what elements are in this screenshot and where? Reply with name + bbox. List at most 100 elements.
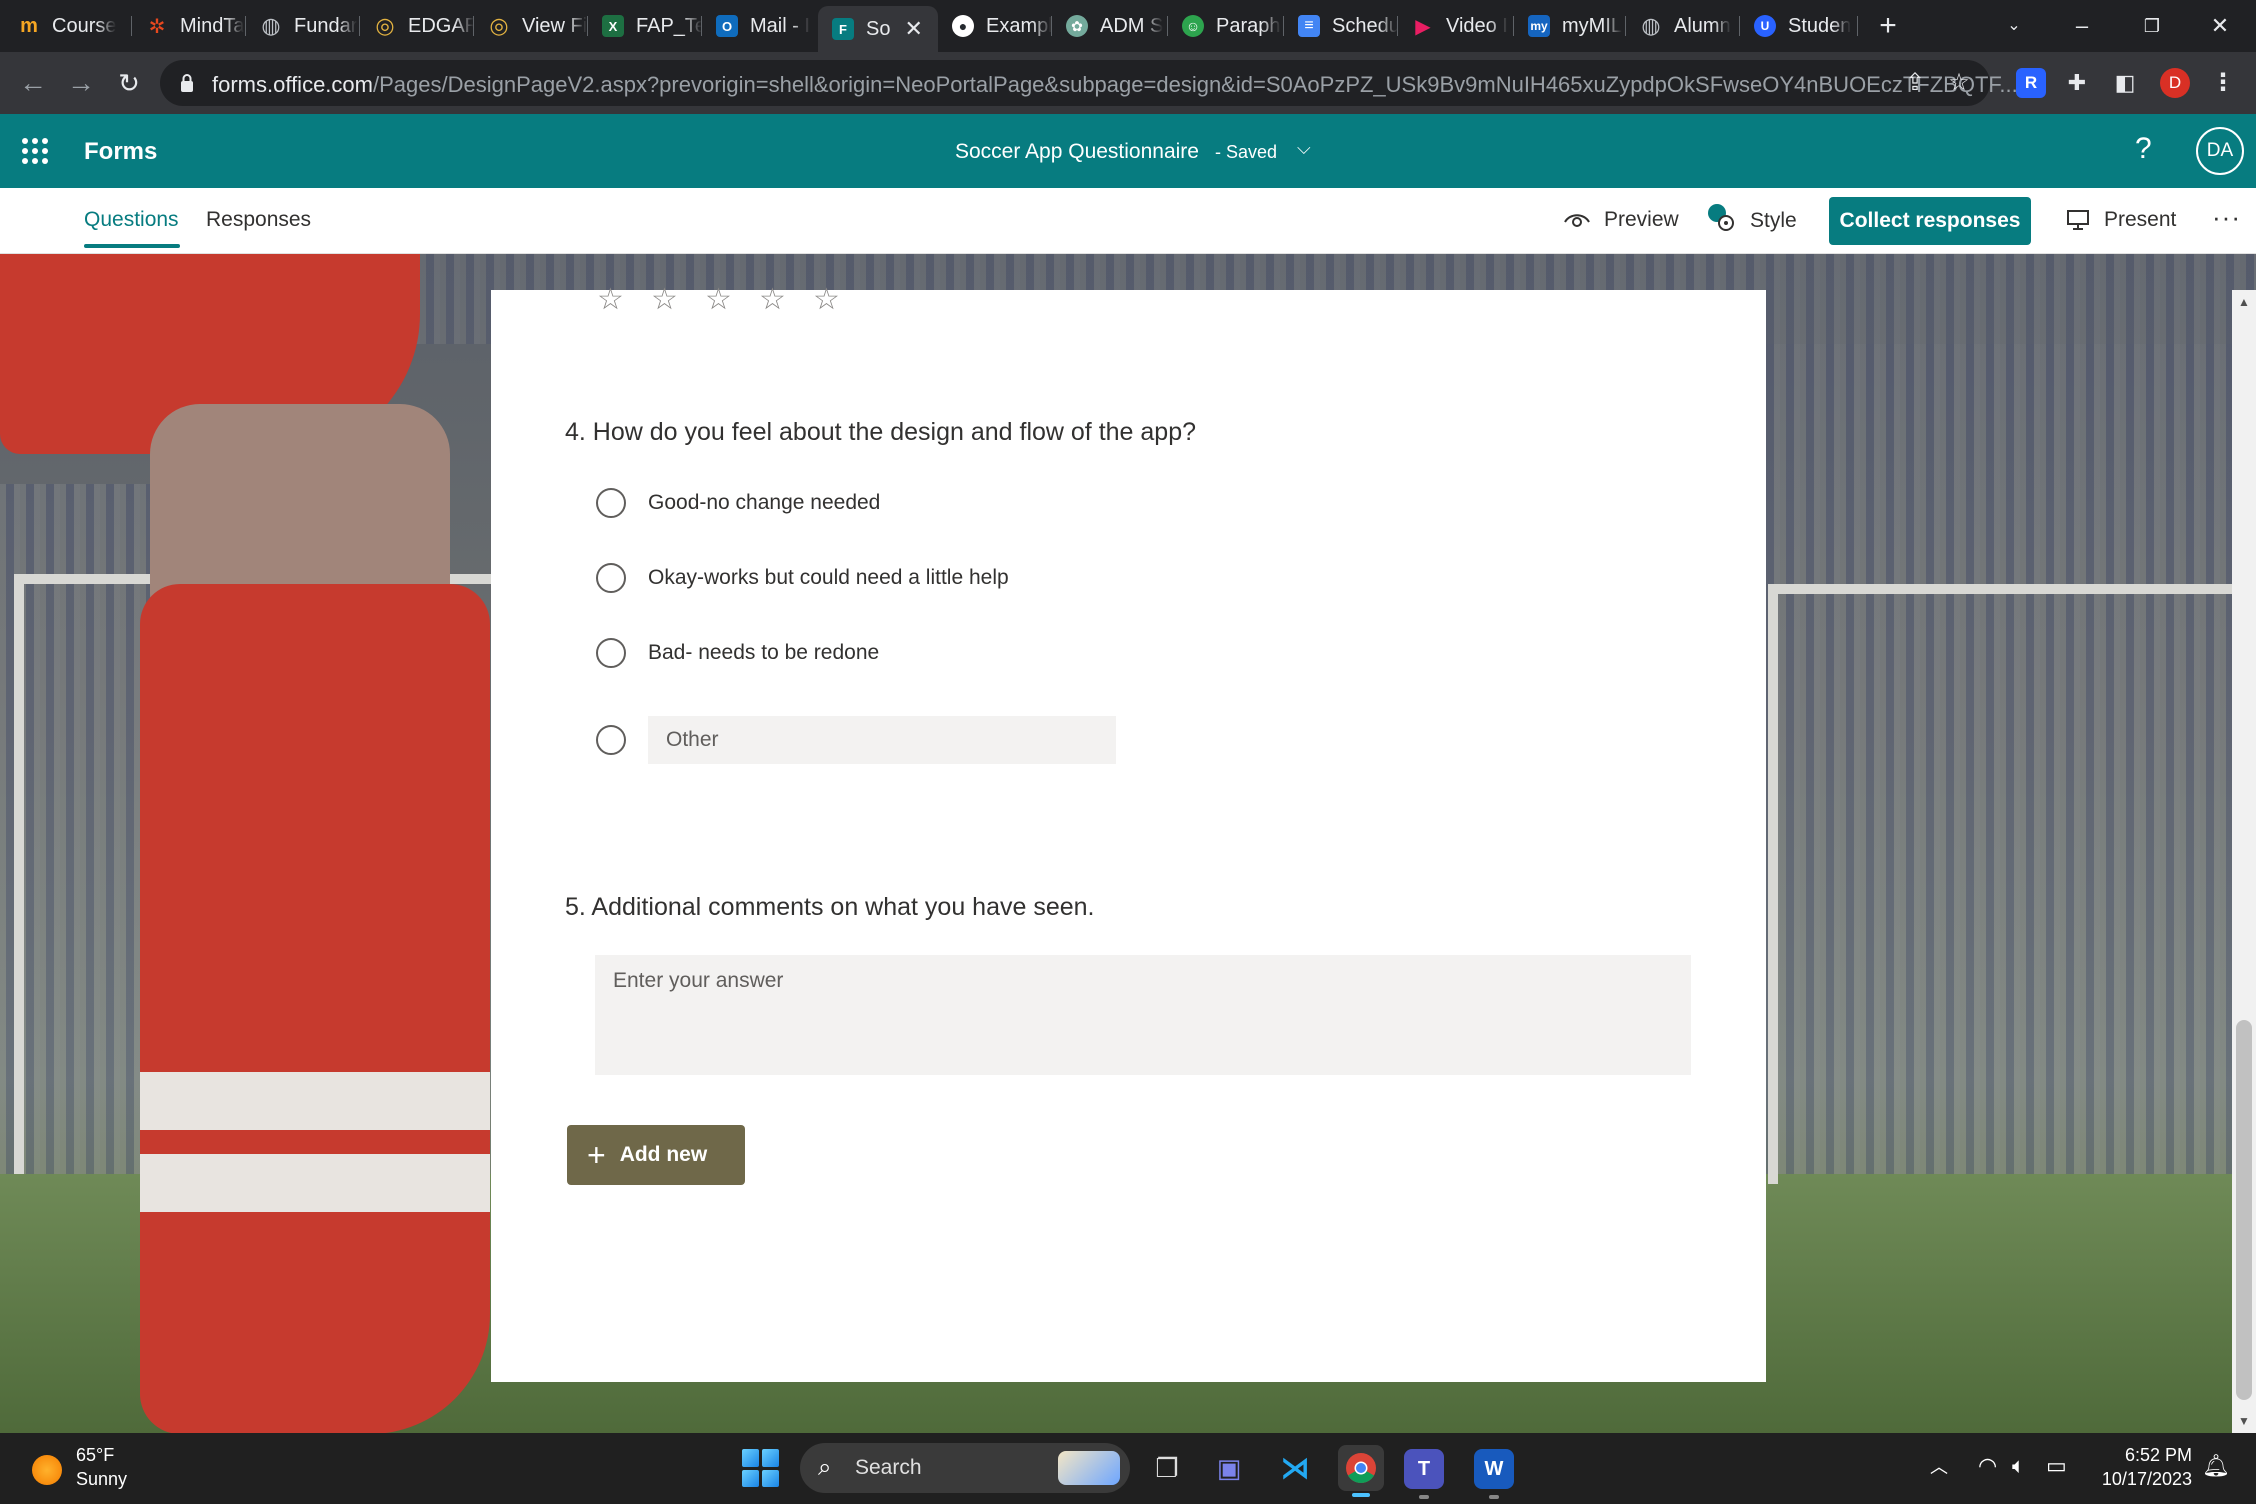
other-input[interactable]: Other — [648, 716, 1116, 764]
rating-star-icon[interactable]: ☆ — [705, 282, 732, 317]
extensions-puzzle-icon[interactable]: ✚ — [2062, 68, 2092, 98]
clock-date[interactable]: 10/17/2023 — [2094, 1469, 2192, 1490]
tab-questions[interactable]: Questions — [84, 208, 179, 232]
browser-menu-icon[interactable]: ⋮ — [2208, 68, 2238, 98]
teams-chat-icon[interactable]: ▣ — [1206, 1445, 1252, 1491]
sec-seal-icon: ◎ — [489, 13, 509, 38]
more-options-icon[interactable]: ··· — [2212, 202, 2241, 233]
teams-icon[interactable]: T — [1404, 1449, 1444, 1499]
radio-button[interactable] — [596, 563, 626, 593]
weather-temperature[interactable]: 65°F — [76, 1445, 114, 1466]
rating-star-icon[interactable]: ☆ — [651, 282, 678, 317]
close-window-button[interactable]: ✕ — [2200, 6, 2240, 46]
radio-button[interactable] — [596, 488, 626, 518]
tab-mymil[interactable]: my myMIL — [1514, 6, 1626, 46]
browser-tab-strip: m Course ✲ MindTa ◍ Fundar ◎ EDGAR ◎ Vie… — [0, 0, 2256, 52]
paraphraser-icon: ☺ — [1182, 15, 1204, 37]
app-launcher-icon[interactable] — [22, 138, 48, 164]
tab-fundamentals[interactable]: ◍ Fundar — [246, 6, 360, 46]
option-good[interactable]: Good-no change needed — [596, 488, 880, 518]
tab-edgar[interactable]: ◎ EDGAR — [360, 6, 474, 46]
scroll-down-arrow-icon[interactable]: ▼ — [2232, 1409, 2256, 1433]
show-hidden-icons-chevron-icon[interactable]: ︿ — [1930, 1453, 1948, 1479]
minimize-button[interactable]: – — [2062, 6, 2102, 46]
restore-button[interactable]: ❐ — [2132, 6, 2172, 46]
tab-adm-chatgpt[interactable]: ✿ ADM S — [1052, 6, 1168, 46]
clock-time[interactable]: 6:52 PM — [2124, 1445, 2192, 1466]
radio-button[interactable] — [596, 725, 626, 755]
radio-button[interactable] — [596, 638, 626, 668]
close-tab-icon[interactable]: ✕ — [904, 16, 922, 42]
scroll-up-arrow-icon[interactable]: ▲ — [2232, 290, 2256, 314]
tab-label: Mail - I — [750, 14, 810, 37]
rating-star-icon[interactable]: ☆ — [759, 282, 786, 317]
tab-github-example[interactable]: ● Exampl — [938, 6, 1052, 46]
tab-label: FAP_Te — [636, 14, 702, 37]
notification-bell-icon[interactable]: 🔔︎ — [2202, 1453, 2230, 1479]
new-tab-button[interactable]: + — [1870, 8, 1906, 44]
option-okay[interactable]: Okay-works but could need a little help — [596, 563, 1009, 593]
address-bar[interactable]: forms.office.com/Pages/DesignPageV2.aspx… — [160, 60, 2018, 106]
share-icon[interactable]: ⇪ — [1900, 68, 1930, 98]
reload-icon[interactable]: ↻ — [110, 64, 148, 102]
form-title[interactable]: Soccer App Questionnaire — [955, 140, 1199, 164]
add-new-button[interactable]: + Add new — [567, 1125, 745, 1185]
forward-arrow-icon[interactable]: → — [62, 64, 100, 102]
app-name[interactable]: Forms — [84, 138, 157, 166]
answer-input[interactable]: Enter your answer — [595, 955, 1691, 1075]
page-scrollbar[interactable]: ▲ ▼ — [2232, 290, 2256, 1433]
option-bad[interactable]: Bad- needs to be redone — [596, 638, 879, 668]
tab-mail[interactable]: O Mail - I — [702, 6, 816, 46]
side-panel-icon[interactable]: ◧ — [2110, 68, 2140, 98]
weather-description[interactable]: Sunny — [76, 1469, 127, 1490]
tab-fap-excel[interactable]: X FAP_Te — [588, 6, 702, 46]
rating-star-icon[interactable]: ☆ — [597, 282, 624, 317]
volume-icon[interactable]: 🔈︎ — [2012, 1453, 2025, 1479]
running-indicator — [1419, 1495, 1429, 1499]
tab-schedule-docs[interactable]: ≡ Schedu — [1284, 6, 1398, 46]
windows-start-icon[interactable] — [742, 1449, 780, 1487]
tab-alumni[interactable]: ◍ Alumn — [1626, 6, 1740, 46]
tab-mindtap[interactable]: ✲ MindTa — [132, 6, 246, 46]
tab-video[interactable]: ▶ Video I — [1398, 6, 1514, 46]
help-icon[interactable]: ? — [2135, 132, 2152, 166]
option-label: Good-no change needed — [648, 491, 881, 514]
chevron-down-icon[interactable]: ⌵ — [1297, 138, 1311, 159]
task-view-icon[interactable]: ❐ — [1144, 1445, 1190, 1491]
taskbar-search[interactable]: ⌕ Search — [800, 1443, 1130, 1493]
question-4-title[interactable]: 4. How do you feel about the design and … — [565, 418, 1196, 447]
sun-weather-icon[interactable] — [32, 1455, 62, 1485]
tab-label: Fundar — [294, 14, 358, 37]
tab-course[interactable]: m Course — [4, 6, 132, 46]
back-arrow-icon[interactable]: ← — [14, 64, 52, 102]
tab-paraphraser[interactable]: ☺ Paraph — [1168, 6, 1284, 46]
tab-search-chevron-icon[interactable]: ⌄ — [1994, 6, 2034, 46]
option-other[interactable]: Other — [596, 716, 1116, 764]
vscode-icon[interactable]: ⋊ — [1272, 1445, 1318, 1491]
url-text[interactable]: forms.office.com/Pages/DesignPageV2.aspx… — [212, 72, 2018, 98]
collect-responses-button[interactable]: Collect responses — [1829, 197, 2031, 245]
extension-icon[interactable]: R — [2016, 68, 2046, 98]
tab-soccer-forms-active[interactable]: F So ✕ — [818, 6, 938, 52]
profile-avatar[interactable]: D — [2160, 68, 2190, 98]
play-icon: ▶ — [1415, 15, 1431, 38]
word-icon[interactable]: W — [1474, 1449, 1514, 1499]
tab-view-filing[interactable]: ◎ View Fi — [474, 6, 588, 46]
bookmark-star-icon[interactable]: ☆ — [1944, 68, 1974, 98]
tab-responses[interactable]: Responses — [206, 208, 311, 232]
style-button[interactable]: Style — [1706, 202, 1797, 234]
saved-status[interactable]: - Saved — [1215, 142, 1277, 163]
question-5-title[interactable]: 5. Additional comments on what you have … — [565, 893, 1095, 922]
chrome-icon[interactable] — [1338, 1445, 1384, 1497]
tab-label: Schedu — [1332, 14, 1398, 37]
wifi-icon[interactable]: ◠ — [1978, 1453, 1997, 1479]
form-card: ☆ ☆ ☆ ☆ ☆ 4. How do you feel about the d… — [491, 283, 1766, 1382]
battery-icon[interactable]: ▭ — [2046, 1453, 2067, 1479]
preview-button[interactable]: Preview — [1564, 208, 1679, 232]
scroll-thumb[interactable] — [2236, 1020, 2252, 1400]
user-avatar[interactable]: DA — [2196, 127, 2244, 175]
tab-student[interactable]: U Studen — [1740, 6, 1858, 46]
present-button[interactable]: Present — [2066, 208, 2176, 232]
rating-star-icon[interactable]: ☆ — [813, 282, 840, 317]
lock-icon[interactable] — [180, 73, 194, 93]
